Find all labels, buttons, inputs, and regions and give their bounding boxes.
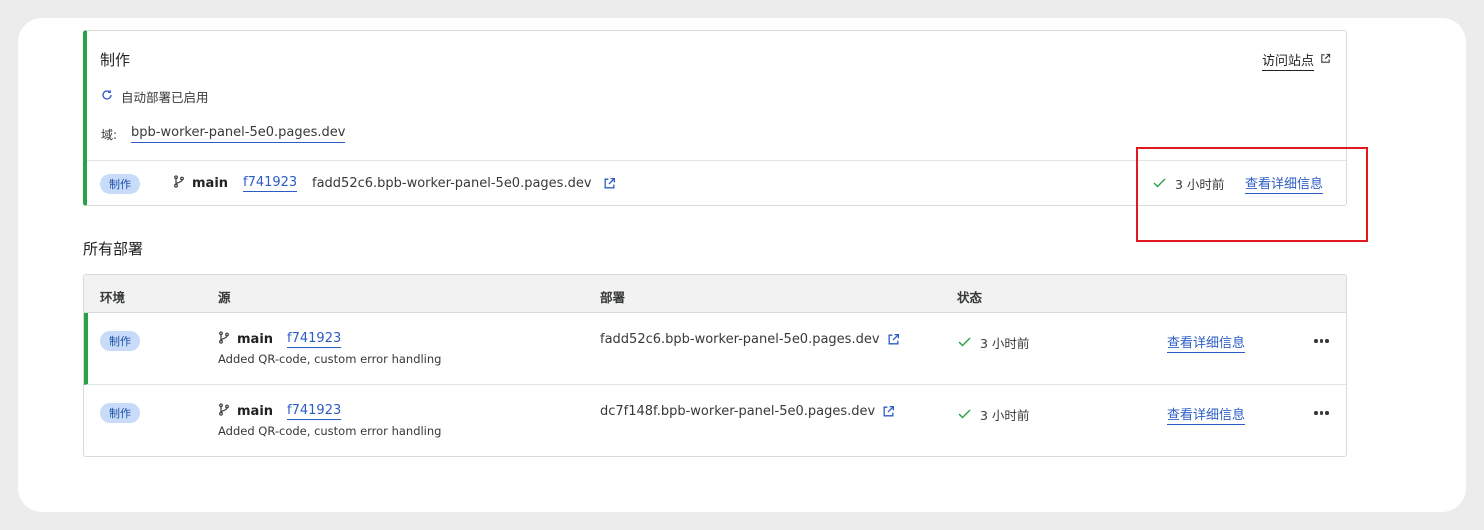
deployment-cell: dc7f148f.bpb-worker-panel-5e0.pages.dev	[600, 404, 895, 419]
check-icon	[958, 335, 971, 350]
domain-row: 域: bpb-worker-panel-5e0.pages.dev	[101, 125, 346, 143]
view-details-link[interactable]: 查看详细信息	[1167, 332, 1246, 353]
branch-icon	[173, 175, 185, 192]
table-header: 环境 源 部署 状态	[84, 275, 1346, 313]
all-deployments-title: 所有部署	[83, 240, 144, 258]
commit-link[interactable]: f741923	[287, 403, 342, 420]
highlight-annotation	[1136, 147, 1368, 242]
deployment-url: fadd52c6.bpb-worker-panel-5e0.pages.dev	[600, 332, 880, 347]
deployment-url: fadd52c6.bpb-worker-panel-5e0.pages.dev	[312, 176, 592, 191]
commit-link[interactable]: f741923	[243, 175, 298, 192]
more-icon[interactable]	[1310, 407, 1333, 419]
commit-message: Added QR-code, custom error handling	[218, 352, 442, 366]
branch: main	[173, 175, 228, 192]
branch-name: main	[192, 176, 229, 191]
external-link-icon[interactable]	[603, 177, 616, 190]
branch-name: main	[237, 332, 274, 347]
deployment-url: dc7f148f.bpb-worker-panel-5e0.pages.dev	[600, 404, 876, 419]
visit-site-label: 访问站点	[1261, 50, 1314, 71]
deployments-table: 环境 源 部署 状态 制作 main f741923 Added QR-code…	[83, 274, 1347, 457]
domain-link[interactable]: bpb-worker-panel-5e0.pages.dev	[131, 125, 346, 143]
env-badge: 制作	[100, 173, 140, 194]
branch: main	[218, 331, 273, 348]
deployment-status: 3 小时前	[958, 333, 1029, 352]
env-badge: 制作	[100, 403, 140, 423]
status-text: 3 小时前	[980, 408, 1030, 423]
more-icon[interactable]	[1310, 335, 1333, 347]
domain-label: 域:	[101, 127, 118, 142]
source-cell: main f741923 Added QR-code, custom error…	[218, 403, 441, 438]
column-header-deployment: 部署	[600, 290, 626, 305]
column-header-status: 状态	[957, 290, 983, 305]
commit-link[interactable]: f741923	[287, 331, 342, 348]
deployment-cell: fadd52c6.bpb-worker-panel-5e0.pages.dev	[600, 332, 900, 347]
source-cell: main f741923 Added QR-code, custom error…	[218, 331, 441, 366]
auto-deploy-status: 自动部署已启用	[101, 87, 209, 106]
production-title: 制作	[100, 51, 131, 69]
deployment-status: 3 小时前	[958, 405, 1029, 424]
auto-deploy-label: 自动部署已启用	[121, 90, 209, 105]
column-header-source: 源	[218, 290, 231, 305]
status-text: 3 小时前	[980, 336, 1030, 351]
table-row: 制作 main f741923 Added QR-code, custom er…	[84, 313, 1346, 385]
env-badge: 制作	[100, 331, 140, 351]
view-details-link[interactable]: 查看详细信息	[1167, 404, 1246, 425]
branch-icon	[218, 331, 230, 348]
column-header-env: 环境	[100, 290, 126, 305]
branch: main	[218, 403, 273, 420]
check-icon	[958, 407, 971, 422]
branch-name: main	[237, 404, 274, 419]
branch-icon	[218, 403, 230, 420]
external-link-icon[interactable]	[887, 333, 900, 346]
table-row: 制作 main f741923 Added QR-code, custom er…	[84, 385, 1346, 456]
external-link-icon[interactable]	[882, 405, 895, 418]
external-link-icon	[1320, 53, 1331, 68]
commit-message: Added QR-code, custom error handling	[218, 424, 442, 438]
visit-site-link[interactable]: 访问站点	[1261, 50, 1331, 71]
refresh-icon	[101, 89, 113, 104]
